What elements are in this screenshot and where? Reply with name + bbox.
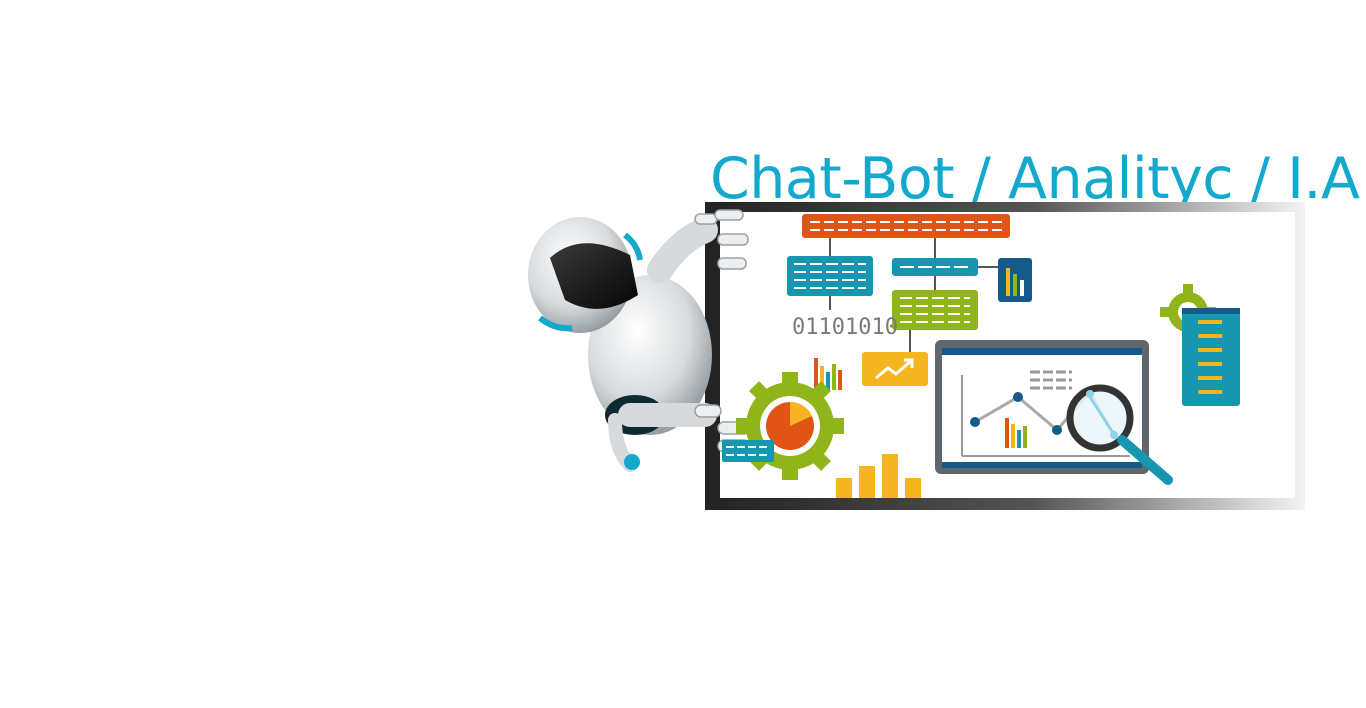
caption-text: Seamos Un Equipo (934, 471, 1160, 499)
hero-illustration: 01101010 (528, 202, 1305, 510)
gear-pie-icon (736, 372, 844, 480)
data-card-icon (722, 440, 774, 462)
server-rack-icon (1182, 308, 1240, 406)
binary-text: 01101010 (792, 315, 898, 340)
